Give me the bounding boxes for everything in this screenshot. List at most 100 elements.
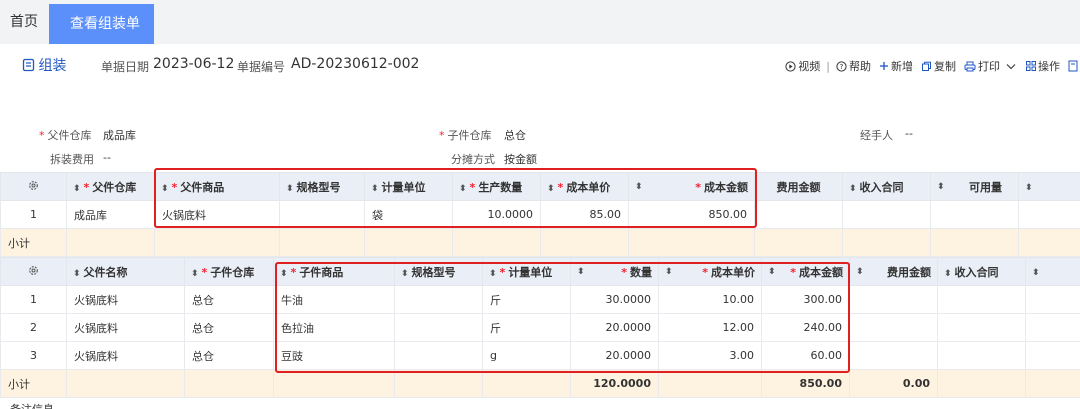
cell-extra [1025, 341, 1080, 370]
tab-view-assembly-label: 查看组装单 [70, 16, 140, 32]
cell-amount: 850.00 [628, 200, 755, 229]
add-button[interactable]: 新增 [879, 58, 913, 74]
cell-price: 12.00 [658, 313, 762, 342]
table-row[interactable]: 1 成品库 火锅底料 袋 10.0000 85.00 850.00 [0, 200, 1080, 229]
col-child-warehouse[interactable]: ⬍ * 子件仓库 [184, 257, 274, 286]
subtotal-row: 小计 [0, 228, 1080, 257]
cell-unit: 袋 [364, 200, 453, 229]
table-row[interactable]: 3 火锅底料 总仓 豆豉 g 20.0000 3.00 60.00 [0, 341, 1080, 370]
child-warehouse-value: 总仓 [504, 129, 526, 142]
parent-warehouse-value: 成品库 [103, 129, 136, 142]
col-parent-item[interactable]: ⬍ * 父件商品 [154, 172, 280, 201]
cell-unit: 斤 [482, 313, 571, 342]
cell-qty: 30.0000 [570, 285, 659, 314]
col-unit-cost[interactable]: ⬍ * 成本单价 [540, 172, 629, 201]
fee-label: 拆装费用 [50, 153, 94, 166]
settings-icon[interactable] [0, 172, 67, 201]
col-extra[interactable]: ⬍ [1025, 257, 1080, 286]
handler-value: -- [905, 127, 913, 140]
tab-home[interactable]: 首页 [0, 0, 48, 44]
col-contract[interactable]: ⬍ 收入合同 [937, 257, 1026, 286]
doc-no-label: 单据编号 [237, 60, 286, 74]
row-index: 2 [0, 313, 67, 342]
cell-warehouse: 总仓 [184, 285, 274, 314]
copy-button[interactable]: 复制 [921, 58, 956, 74]
cell-contract [937, 285, 1026, 314]
col-unit-cost[interactable]: ⬍ * 成本单价 [658, 257, 762, 286]
cell-unit: 斤 [482, 285, 571, 314]
cell-amount: 60.00 [761, 341, 850, 370]
cell-qty: 10.0000 [452, 200, 541, 229]
table-row[interactable]: 1 火锅底料 总仓 牛油 斤 30.0000 10.00 300.00 [0, 285, 1080, 314]
table-header-row: ⬍ * 父件仓库 ⬍ * 父件商品 ⬍ 规格型号 ⬍ 计量单位 ⬍ * 生产数量 ⬍ * 成本单价 … [0, 172, 1080, 201]
doc-tab-assembly[interactable]: 组装 [8, 48, 80, 84]
handler-label: 经手人 [860, 129, 893, 142]
col-unit[interactable]: ⬍ 计量单位 [364, 172, 453, 201]
toolbar-separator: | [826, 59, 830, 73]
col-unit[interactable]: ⬍ * 计量单位 [482, 257, 571, 286]
table-row[interactable]: 2 火锅底料 总仓 色拉油 斤 20.0000 12.00 240.00 [0, 313, 1080, 342]
col-fee-amount[interactable]: 费用金额 [754, 172, 843, 201]
cell-warehouse: 成品库 [66, 200, 155, 229]
cell-fee [754, 200, 843, 229]
tab-view-assembly[interactable]: 查看组装单× [49, 4, 154, 72]
col-parent-name[interactable]: ⬍ 父件名称 [66, 257, 185, 286]
col-prod-qty[interactable]: ⬍ * 生产数量 [452, 172, 541, 201]
cell-parent: 火锅底料 [66, 313, 185, 342]
cell-item: 豆豉 [273, 341, 395, 370]
tab-bar: 首页 查看组装单× [0, 0, 1080, 72]
main-panel: 组装 单据日期 2023-06-12 单据编号 AD-20230612-002 … [0, 44, 1080, 409]
cell-extra [1025, 313, 1080, 342]
print-button[interactable]: 打印 [964, 58, 1018, 74]
cell-contract [937, 313, 1026, 342]
child-warehouse-label: * 子件仓库 [439, 129, 492, 142]
col-extra[interactable]: ⬍ [1018, 172, 1080, 201]
copy-icon [922, 61, 931, 71]
copy-label: 复制 [934, 60, 956, 73]
subtotal-label: 小计 [0, 369, 67, 398]
subtotal-fee: 0.00 [849, 369, 938, 398]
ops-button[interactable]: 操作 [1026, 58, 1060, 74]
svg-text:?: ? [840, 63, 844, 71]
page-icon [1068, 60, 1078, 72]
more-button[interactable] [1068, 60, 1080, 72]
cell-amount: 240.00 [761, 313, 850, 342]
col-available[interactable]: ⬍ 可用量 [930, 172, 1019, 201]
cell-qty: 20.0000 [570, 313, 659, 342]
cell-parent: 火锅底料 [66, 341, 185, 370]
chevron-down-icon[interactable] [1006, 63, 1016, 70]
cell-warehouse: 总仓 [184, 313, 274, 342]
col-cost-amount[interactable]: ⬍ * 成本金额 [628, 172, 755, 201]
col-spec[interactable]: ⬍ 规格型号 [394, 257, 483, 286]
fee-value: -- [103, 151, 111, 164]
help-button[interactable]: ? 帮助 [836, 58, 871, 74]
printer-icon [964, 61, 976, 71]
row-index: 3 [0, 341, 67, 370]
cell-item: 牛油 [273, 285, 395, 314]
col-contract[interactable]: ⬍ 收入合同 [842, 172, 931, 201]
col-qty[interactable]: ⬍ * 数量 [570, 257, 659, 286]
col-cost-amount[interactable]: ⬍ * 成本金额 [761, 257, 850, 286]
help-label: 帮助 [849, 60, 871, 73]
date-label: 单据日期 [101, 60, 150, 74]
parent-warehouse-label: * 父件仓库 [39, 129, 92, 142]
add-label: 新增 [891, 60, 913, 73]
col-fee-amount[interactable]: ⬍ 费用金额 [849, 257, 938, 286]
cell-qty: 20.0000 [570, 341, 659, 370]
cell-item: 色拉油 [273, 313, 395, 342]
cell-contract [842, 200, 931, 229]
cell-fee [849, 341, 938, 370]
col-parent-warehouse[interactable]: ⬍ * 父件仓库 [66, 172, 155, 201]
cell-spec [279, 200, 365, 229]
cell-fee [849, 313, 938, 342]
video-button[interactable]: 视频 [785, 58, 820, 74]
cell-extra [1018, 200, 1080, 229]
plus-icon [880, 62, 888, 70]
col-child-item[interactable]: ⬍ * 子件商品 [273, 257, 395, 286]
document-icon [22, 58, 34, 72]
row-index: 1 [0, 200, 67, 229]
col-spec[interactable]: ⬍ 规格型号 [279, 172, 365, 201]
cell-spec [394, 313, 483, 342]
settings-icon[interactable] [0, 257, 67, 286]
cell-price: 3.00 [658, 341, 762, 370]
